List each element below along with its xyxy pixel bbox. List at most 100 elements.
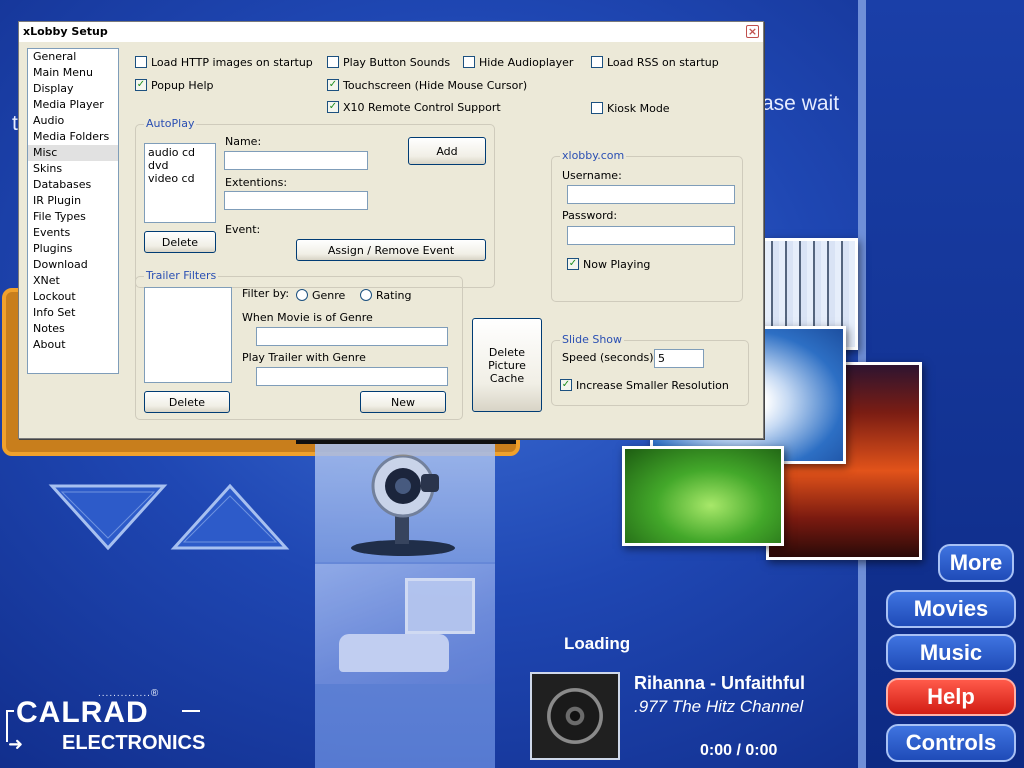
up-arrow-button[interactable]	[170, 482, 290, 552]
sidebar-item-file-types[interactable]: File Types	[28, 209, 118, 225]
password-input[interactable]	[567, 226, 735, 245]
now-playing-checkbox[interactable]: ✓ Now Playing	[567, 256, 650, 272]
autoplay-delete-button[interactable]: Delete	[144, 231, 216, 253]
settings-category-list[interactable]: General Main Menu Display Media Player Audio…	[27, 48, 119, 374]
more-button[interactable]: More	[938, 544, 1014, 582]
sidebar-item-lockout[interactable]: Lockout	[28, 289, 118, 305]
genre-radio[interactable]: Genre	[296, 287, 345, 303]
sidebar-item-display[interactable]: Display	[28, 81, 118, 97]
load-http-checkbox[interactable]: Load HTTP images on startup	[135, 54, 313, 70]
autoplay-group: AutoPlay audio cd dvd video cd Delete Name…	[135, 117, 495, 288]
add-button[interactable]: Add	[408, 137, 486, 165]
sidebar-item-misc[interactable]: Misc	[28, 145, 118, 161]
sidebar-item-download[interactable]: Download	[28, 257, 118, 273]
trailer-filters-listbox[interactable]	[144, 287, 232, 383]
sidebar-item-about[interactable]: About	[28, 337, 118, 353]
when-movie-label: When Movie is of Genre	[242, 311, 373, 324]
popup-help-checkbox[interactable]: ✓ Popup Help	[135, 77, 213, 93]
list-item[interactable]: audio cd	[148, 146, 212, 159]
sidebar-item-xnet[interactable]: XNet	[28, 273, 118, 289]
sidebar-item-media-folders[interactable]: Media Folders	[28, 129, 118, 145]
sidebar-item-audio[interactable]: Audio	[28, 113, 118, 129]
increase-smaller-resolution-checkbox[interactable]: ✓ Increase Smaller Resolution	[560, 377, 729, 393]
dialog-title-bar[interactable]: xLobby Setup ×	[19, 22, 763, 42]
sidebar-item-skins[interactable]: Skins	[28, 161, 118, 177]
help-button[interactable]: Help	[886, 678, 1016, 716]
checkbox-box[interactable]	[327, 56, 339, 68]
checkbox-box[interactable]	[463, 56, 475, 68]
room-thumbnail[interactable]	[315, 564, 495, 684]
down-arrow-button[interactable]	[48, 482, 168, 552]
play-trailer-input[interactable]	[256, 367, 448, 386]
autoplay-listbox[interactable]: audio cd dvd video cd	[144, 143, 216, 223]
checkbox-box[interactable]: ✓	[327, 101, 339, 113]
list-item[interactable]: video cd	[148, 172, 212, 185]
radio-label: Rating	[376, 288, 412, 302]
checkbox-label: Now Playing	[583, 257, 651, 271]
radio-label: Genre	[312, 288, 346, 302]
touchscreen-checkbox[interactable]: ✓ Touchscreen (Hide Mouse Cursor)	[327, 77, 527, 93]
delete-picture-cache-button[interactable]: Delete Picture Cache	[472, 318, 542, 412]
rating-radio[interactable]: Rating	[360, 287, 411, 303]
sidebar-item-plugins[interactable]: Plugins	[28, 241, 118, 257]
name-input[interactable]	[224, 151, 368, 170]
checkbox-box[interactable]: ✓	[135, 79, 147, 91]
brand-name: CALRAD	[16, 696, 149, 729]
movies-button[interactable]: Movies	[886, 590, 1016, 628]
photo-leaf[interactable]	[622, 446, 784, 546]
loading-label: Loading	[564, 634, 631, 653]
x10-remote-checkbox[interactable]: ✓ X10 Remote Control Support	[327, 99, 501, 115]
sidebar-item-main-menu[interactable]: Main Menu	[28, 65, 118, 81]
speaker-icon	[530, 672, 620, 760]
checkbox-box[interactable]	[135, 56, 147, 68]
list-item[interactable]: dvd	[148, 159, 212, 172]
button-label-line: Picture	[488, 358, 526, 372]
password-label: Password:	[562, 209, 618, 222]
when-movie-input[interactable]	[256, 327, 448, 346]
new-button[interactable]: New	[360, 391, 446, 413]
xlobby-account-group: xlobby.com Username: Password: ✓ Now Pla…	[551, 149, 743, 302]
sidebar-item-databases[interactable]: Databases	[28, 177, 118, 193]
checkbox-label: Kiosk Mode	[607, 101, 670, 115]
group-title: Slide Show	[560, 333, 625, 346]
sidebar-item-info-set[interactable]: Info Set	[28, 305, 118, 321]
extentions-input[interactable]	[224, 191, 368, 210]
checkbox-box[interactable]	[591, 56, 603, 68]
sidebar-item-media-player[interactable]: Media Player	[28, 97, 118, 113]
play-button-sounds-checkbox[interactable]: Play Button Sounds	[327, 54, 450, 70]
kiosk-mode-checkbox[interactable]: Kiosk Mode	[591, 100, 670, 116]
checkbox-label: Load RSS on startup	[607, 55, 719, 69]
username-input[interactable]	[567, 185, 735, 204]
music-button[interactable]: Music	[886, 634, 1016, 672]
close-icon[interactable]: ×	[746, 25, 759, 38]
checkbox-box[interactable]: ✓	[567, 258, 579, 270]
hide-audioplayer-checkbox[interactable]: Hide Audioplayer	[463, 54, 573, 70]
speed-input[interactable]: 5	[654, 349, 704, 368]
checkbox-label: X10 Remote Control Support	[343, 100, 501, 114]
play-trailer-label: Play Trailer with Genre	[242, 351, 366, 364]
webcam-icon	[351, 454, 455, 556]
checkbox-box[interactable]	[591, 102, 603, 114]
setup-dialog: xLobby Setup × General Main Menu Display Me…	[18, 21, 764, 439]
radio-circle[interactable]	[296, 289, 308, 301]
trailer-delete-button[interactable]: Delete	[144, 391, 230, 413]
controls-button[interactable]: Controls	[886, 724, 1016, 762]
sidebar-item-general[interactable]: General	[28, 49, 118, 65]
radio-circle[interactable]	[360, 289, 372, 301]
webcam-thumbnail[interactable]	[315, 444, 495, 562]
media-thumbnail-column	[315, 444, 495, 768]
sidebar-item-notes[interactable]: Notes	[28, 321, 118, 337]
status-text: ase wait	[762, 92, 840, 115]
brand-subtitle: ELECTRONICS	[62, 732, 206, 754]
checkbox-label: Increase Smaller Resolution	[576, 378, 729, 392]
dialog-body: General Main Menu Display Media Player Audio…	[19, 42, 763, 438]
group-title: Trailer Filters	[144, 269, 219, 282]
assign-remove-event-button[interactable]: Assign / Remove Event	[296, 239, 486, 261]
load-rss-checkbox[interactable]: Load RSS on startup	[591, 54, 719, 70]
sidebar-item-ir-plugin[interactable]: IR Plugin	[28, 193, 118, 209]
checkbox-label: Play Button Sounds	[343, 55, 451, 69]
checkbox-box[interactable]: ✓	[327, 79, 339, 91]
sidebar-item-events[interactable]: Events	[28, 225, 118, 241]
filter-by-label: Filter by:	[242, 287, 290, 300]
checkbox-box[interactable]: ✓	[560, 379, 572, 391]
